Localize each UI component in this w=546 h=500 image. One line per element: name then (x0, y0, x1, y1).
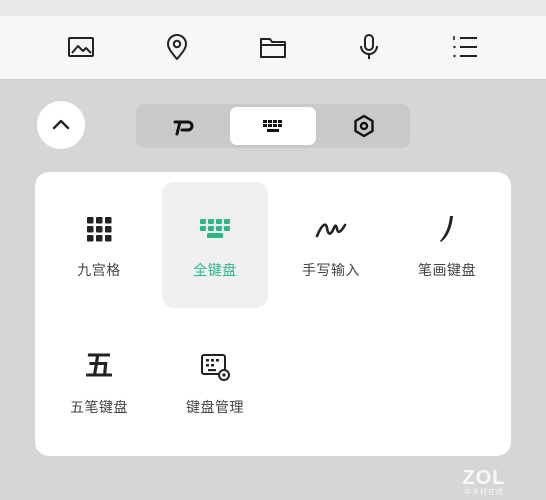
image-button[interactable] (64, 30, 98, 64)
keyboard-option-manage[interactable]: 键盘管理 (162, 319, 268, 445)
settings-hexagon-icon (353, 114, 374, 138)
stroke-icon (440, 216, 453, 242)
full-keyboard-icon (200, 219, 230, 238)
handwriting-icon (315, 223, 347, 238)
wubi-icon: 五 (84, 349, 113, 382)
keyboard-option-label: 九宫格 (77, 263, 121, 279)
watermark-sub: 中关村在线 (464, 488, 504, 496)
mode-switch (136, 104, 410, 148)
keyboard-tab[interactable] (230, 107, 316, 145)
keyboard-settings-icon (201, 354, 230, 381)
keyboard-option-handwriting[interactable]: 手写输入 (278, 182, 384, 308)
watermark-main: ZOL (462, 467, 506, 489)
keyboard-option-label: 全键盘 (193, 263, 237, 279)
keyboard-option-label: 笔画键盘 (418, 263, 476, 279)
keyboard-option-wubi[interactable]: 五 五笔键盘 (46, 319, 152, 445)
microphone-icon (360, 34, 378, 59)
folder-icon (260, 38, 286, 58)
list-button[interactable] (448, 30, 482, 64)
pinyin-tab[interactable] (140, 107, 225, 145)
keyboard-option-label: 键盘管理 (186, 400, 244, 416)
numbered-list-icon (453, 36, 477, 58)
pinyin-logo-icon (173, 120, 193, 136)
keyboard-panel: 九宫格 全键盘 手写输入 笔画键盘 五 五笔键盘 键盘管理 (35, 172, 511, 456)
keyboard-option-stroke[interactable]: 笔画键盘 (394, 182, 500, 308)
folder-button[interactable] (256, 30, 290, 64)
image-icon (68, 37, 94, 57)
top-toolbar (0, 16, 546, 80)
keyboard-option-label: 手写输入 (302, 263, 360, 279)
nine-grid-icon (87, 217, 112, 242)
keyboard-option-full[interactable]: 全键盘 (162, 182, 268, 308)
keyboard-option-nine-grid[interactable]: 九宫格 (46, 182, 152, 308)
location-pin-icon (167, 34, 187, 60)
voice-button[interactable] (352, 30, 386, 64)
keyboard-option-label: 五笔键盘 (70, 400, 128, 416)
status-strip (0, 0, 546, 16)
keyboard-icon (263, 120, 282, 132)
collapse-button[interactable] (37, 101, 85, 149)
chevron-up-icon (52, 119, 70, 130)
watermark-logo: ZOL 中关村在线 (456, 468, 512, 498)
settings-tab[interactable] (321, 107, 406, 145)
location-button[interactable] (160, 30, 194, 64)
